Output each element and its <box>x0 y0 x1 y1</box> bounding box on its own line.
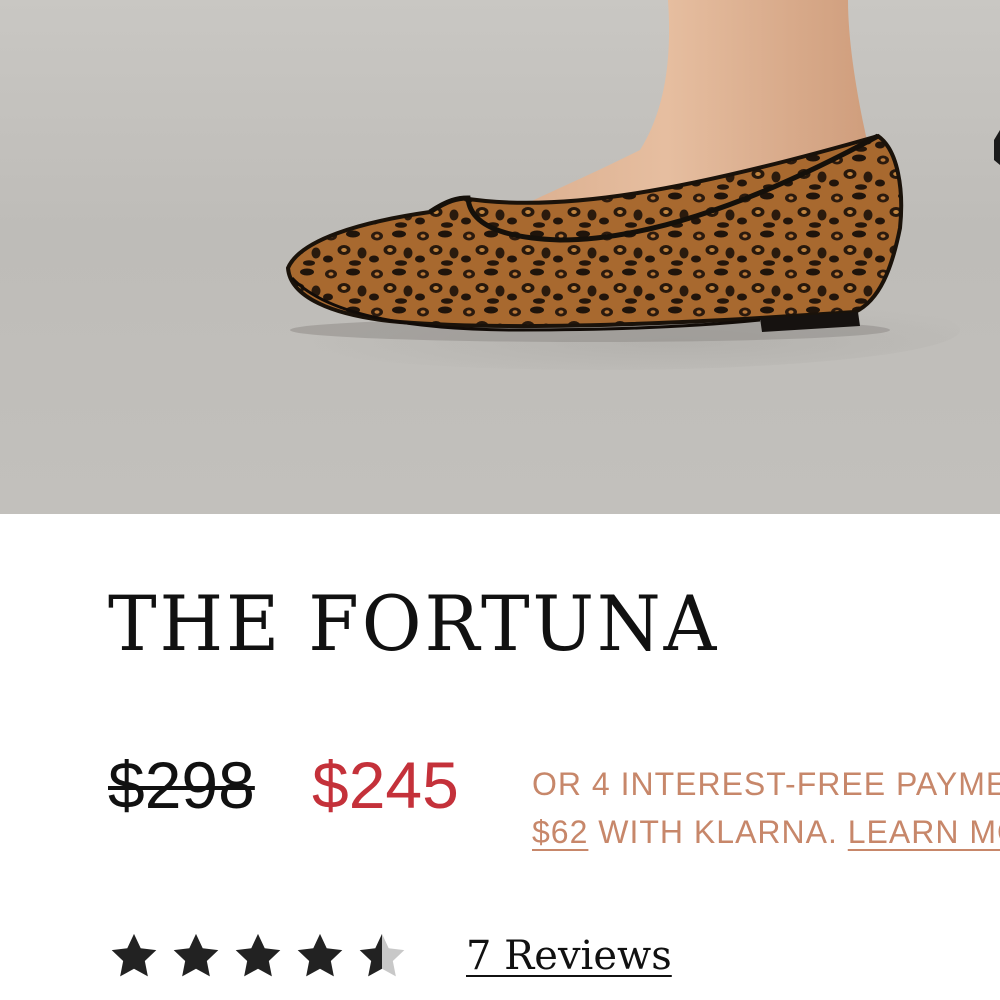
klarna-text: WITH KLARNA. <box>588 814 848 850</box>
star-icon <box>235 933 281 977</box>
product-image[interactable] <box>0 0 1000 514</box>
star-rating <box>108 930 408 982</box>
half-star-icon <box>359 933 405 977</box>
klarna-line-1: OR 4 INTEREST-FREE PAYMENTS OF <box>532 766 1000 802</box>
product-rating[interactable]: 7 Reviews <box>108 930 672 982</box>
klarna-installments-message: OR 4 INTEREST-FREE PAYMENTS OF $62 WITH … <box>532 760 1000 856</box>
sale-price: $245 <box>312 748 459 822</box>
klarna-learn-more-link[interactable]: LEARN MORE <box>848 814 1000 850</box>
reviews-link[interactable]: 7 Reviews <box>466 936 672 976</box>
star-icon <box>173 933 219 977</box>
product-title: THE FORTUNA <box>108 579 720 668</box>
klarna-line-2: $62 WITH KLARNA. LEARN MORE <box>532 808 1000 856</box>
star-icon <box>111 933 157 977</box>
star-icon <box>297 933 343 977</box>
product-page: THE FORTUNA $298 $245 OR 4 INTEREST-FREE… <box>0 0 1000 1000</box>
klarna-installment-amount: $62 <box>532 814 589 850</box>
original-price: $298 <box>108 748 255 822</box>
